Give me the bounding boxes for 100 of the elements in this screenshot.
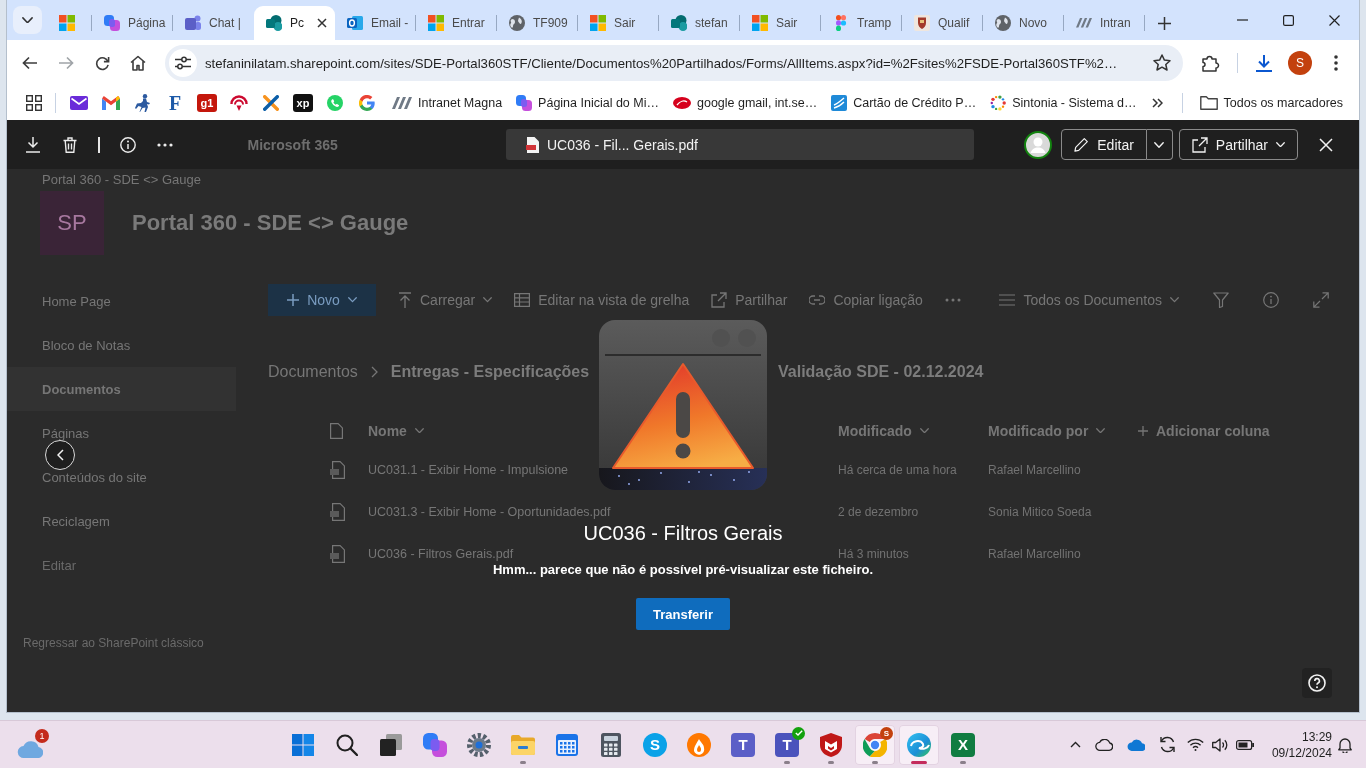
nav-link[interactable]: Documentos	[7, 367, 236, 411]
browser-tab[interactable]: Qualif	[902, 6, 983, 40]
download-button[interactable]: Transferir	[636, 598, 730, 630]
bookmark-link[interactable]: Página Inicial do Mi…	[509, 89, 666, 117]
browser-tab[interactable]: Entrar	[416, 6, 497, 40]
file-name-link[interactable]: UC031.3 - Exibir Home - Oportunidades.pdf	[368, 505, 611, 519]
reload-icon[interactable]	[94, 55, 110, 71]
nav-link[interactable]: Bloco de Notas	[7, 323, 236, 367]
maximize-icon[interactable]	[1282, 14, 1294, 26]
volume-icon[interactable]	[1211, 737, 1228, 752]
double-chevron-icon[interactable]	[1152, 98, 1164, 108]
bookmark-link[interactable]: Intranet Magna	[385, 89, 510, 117]
m-envelope-icon[interactable]	[102, 96, 120, 110]
minimize-icon[interactable]	[1236, 19, 1248, 21]
horse-rider-icon[interactable]	[134, 94, 152, 112]
puzzle-icon[interactable]	[1202, 54, 1220, 72]
toolbar-button[interactable]: Copiar ligação	[809, 292, 923, 308]
apps-grid-icon[interactable]	[26, 95, 42, 111]
taskbar-button[interactable]: T	[723, 724, 763, 765]
taskbar-button[interactable]: T	[767, 724, 807, 765]
browser-tab[interactable]: Tramp	[821, 6, 902, 40]
browser-tab[interactable]: stefan	[659, 6, 740, 40]
help-button[interactable]	[1302, 668, 1332, 698]
more-vertical-icon[interactable]	[1334, 55, 1338, 71]
close-icon[interactable]	[1328, 14, 1340, 26]
g-logo-icon[interactable]	[359, 95, 375, 111]
taskbar-button[interactable]: X	[943, 724, 983, 765]
filter-icon[interactable]	[1213, 292, 1229, 308]
add-column-button[interactable]: Adicionar coluna	[1138, 422, 1270, 439]
edit-button[interactable]: Editar	[1061, 129, 1147, 160]
address-field[interactable]: stefaninilatam.sharepoint.com/sites/SDE-Portal360STF/Cliente/Documentos%20Partilhados/Forms/AllItems.aspx?id=%2Fsites%2FSDE-Portal360STF%2…	[165, 45, 1183, 81]
nav-link[interactable]: Páginas	[7, 411, 236, 455]
file-name-link[interactable]: UC031.1 - Exibir Home - Impulsione	[368, 463, 569, 477]
browser-tab[interactable]: Pc	[254, 6, 335, 40]
profile-avatar[interactable]: S	[1288, 51, 1312, 75]
cross-mark-icon[interactable]	[263, 95, 279, 111]
browser-tab[interactable]: Sair	[578, 6, 659, 40]
weather-button[interactable]: 1	[17, 728, 49, 761]
more-icon[interactable]	[156, 142, 173, 147]
toolbar-button[interactable]: Editar na vista de grelha	[514, 292, 690, 308]
overlapping-squares-icon[interactable]	[423, 732, 447, 757]
taskbar-button[interactable]: S	[855, 724, 895, 765]
chevron-up-icon[interactable]	[1070, 741, 1082, 748]
browser-tab[interactable]: Sair	[740, 6, 821, 40]
browser-tab[interactable]: Email -	[335, 6, 416, 40]
battery-icon[interactable]	[1235, 739, 1254, 750]
bookmark-folder[interactable]: Todos os marcadores	[1192, 89, 1351, 117]
share-button[interactable]: Partilhar	[1178, 129, 1298, 160]
browser-tab[interactable]: TF909	[497, 6, 578, 40]
taskbar-button[interactable]: S	[635, 724, 675, 765]
column-header[interactable]: Modificado	[838, 422, 929, 439]
task-view-icon[interactable]	[380, 733, 402, 756]
breadcrumb-link[interactable]: Documentos	[268, 363, 358, 381]
previous-button[interactable]	[45, 440, 75, 470]
tab-search-button[interactable]	[13, 6, 42, 34]
browser-tab[interactable]: Intran	[1064, 6, 1145, 40]
plus-icon[interactable]	[1157, 16, 1171, 30]
calendar-icon[interactable]	[556, 733, 578, 756]
bookmark-link[interactable]: google gmail, int.se…	[666, 89, 825, 117]
bell-icon[interactable]	[1338, 736, 1352, 753]
toolbar-button[interactable]: Partilhar	[711, 292, 788, 308]
column-header[interactable]: Modificado por	[988, 422, 1106, 439]
nav-link[interactable]: Home Page	[7, 279, 236, 323]
browser-tab[interactable]: Chat |	[173, 6, 254, 40]
expand-icon[interactable]	[1313, 292, 1329, 308]
wifi-icon[interactable]	[1187, 738, 1205, 751]
column-header[interactable]: Nome	[368, 422, 424, 439]
sync-icon[interactable]	[1159, 736, 1177, 753]
bookmark-link[interactable]: Sintonia - Sistema d…	[983, 89, 1144, 117]
bookmark-link[interactable]: F	[161, 89, 189, 117]
folder-icon[interactable]	[511, 734, 535, 755]
search-icon[interactable]	[336, 733, 358, 756]
download-icon[interactable]	[1255, 54, 1273, 72]
new-button[interactable]: Novo	[268, 284, 376, 316]
toolbar-button[interactable]: Carregar	[398, 292, 493, 308]
start-icon[interactable]	[292, 733, 314, 756]
segmented-circle-icon[interactable]	[863, 732, 887, 757]
shield-icon[interactable]	[820, 732, 842, 757]
edit-menu-button[interactable]	[1146, 129, 1173, 160]
calculator-icon[interactable]	[601, 732, 621, 757]
trash-icon[interactable]	[63, 136, 77, 153]
file-name-link[interactable]: UC036 - Filtros Gerais.pdf	[368, 547, 514, 561]
cloud-icon[interactable]	[1094, 738, 1113, 751]
settings-icon[interactable]	[467, 732, 491, 757]
bookmark-link[interactable]: g1	[197, 94, 217, 112]
bookmark-link[interactable]: Cartão de Crédito P…	[824, 89, 984, 117]
star-icon[interactable]	[1153, 54, 1171, 72]
browser-tab[interactable]: Página	[92, 6, 173, 40]
bookmark-link[interactable]: xp	[293, 94, 313, 112]
arrow-left-icon[interactable]	[22, 56, 38, 70]
arc-mark-icon[interactable]	[230, 95, 248, 111]
home-icon[interactable]	[130, 55, 146, 71]
wave-circle-icon[interactable]	[907, 732, 931, 757]
envelope-icon[interactable]	[70, 96, 88, 110]
nav-link[interactable]: Conteúdos do site	[7, 455, 236, 499]
browser-tab[interactable]: Novo	[983, 6, 1064, 40]
site-settings-icon[interactable]	[175, 56, 191, 70]
flame-circle-icon[interactable]	[687, 732, 711, 757]
nav-link[interactable]: Reciclagem	[7, 499, 236, 543]
view-menu-button[interactable]: Todos os Documentos	[999, 292, 1179, 308]
